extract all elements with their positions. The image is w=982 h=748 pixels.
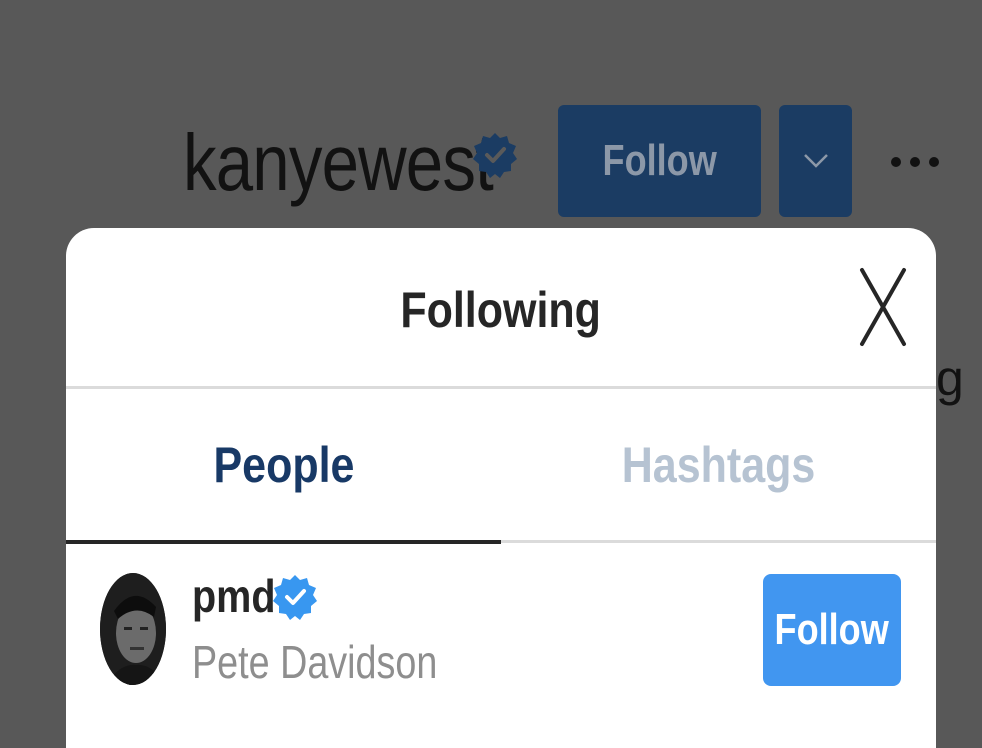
close-icon[interactable] [858,266,908,348]
more-options-icon [891,157,939,167]
profile-follow-button: Follow [558,105,761,217]
tab-people[interactable]: People [66,389,501,544]
avatar[interactable] [100,573,166,685]
list-item[interactable]: pmd Pete Davidson Follow [66,546,936,726]
profile-username: kanyewest [183,118,494,207]
follow-button[interactable]: Follow [763,574,901,686]
profile-dropdown-button [779,105,852,217]
modal-header: Following [66,228,936,389]
user-username-text: pmd [192,570,276,622]
more-options-button [888,140,942,184]
follow-button-label: Follow [774,605,890,654]
user-full-name-text: Pete Davidson [192,636,438,688]
chevron-down-icon [803,154,828,168]
following-tabs: People Hashtags [66,389,936,544]
avatar-photo [100,573,166,685]
profile-follow-label: Follow [602,136,717,185]
modal-title: Following [66,278,936,342]
tab-people-label: People [212,436,354,493]
verified-badge-icon [473,133,517,178]
profile-stat-text: g [936,350,964,406]
tab-hashtags-label: Hashtags [621,436,816,493]
verified-badge-icon [273,575,317,620]
following-modal: Following People Hashtags pmd Pete David… [66,228,936,748]
user-full-name: Pete Davidson [192,632,491,692]
modal-title-text: Following [400,282,602,338]
tab-hashtags[interactable]: Hashtags [501,389,936,543]
